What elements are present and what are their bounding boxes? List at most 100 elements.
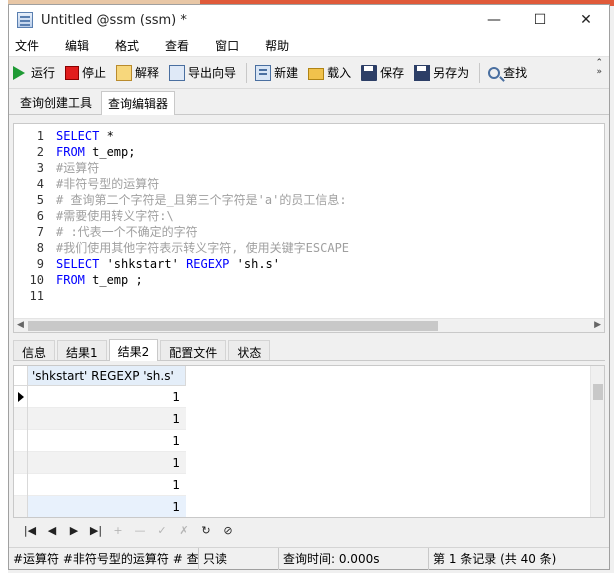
code-text[interactable]: FROM t_emp ; <box>56 272 143 288</box>
code-line[interactable]: 1 SELECT * <box>14 128 604 144</box>
export-wizard-button[interactable]: 导出向导 <box>169 64 236 81</box>
code-line[interactable]: 8 #我们使用其他字符表示转义字符, 使用关键字ESCAPE <box>14 240 604 256</box>
delete-record-icon[interactable]: — <box>129 524 151 537</box>
code-line[interactable]: 7 # :代表一个不确定的字符 <box>14 224 604 240</box>
toolbar-overflow-icon[interactable]: ⌃» <box>595 59 603 77</box>
table-row[interactable]: 1 <box>14 474 186 496</box>
code-token: t_emp; <box>84 145 136 159</box>
code-token: FROM <box>56 273 85 287</box>
menu-edit[interactable]: 编辑 <box>59 37 103 54</box>
menu-view[interactable]: 查看 <box>159 37 203 54</box>
grid-scroll-thumb[interactable] <box>593 384 603 400</box>
sql-editor[interactable]: 1 SELECT * 2 FROM t_emp; 3 #运算符 4 #非符号型的运算符 5 # 查… <box>13 123 605 333</box>
run-button[interactable]: 运行 <box>13 64 55 81</box>
menu-format[interactable]: 格式 <box>109 37 153 54</box>
next-record-icon[interactable]: ▶ <box>63 524 85 537</box>
line-number: 2 <box>36 145 44 159</box>
last-record-icon[interactable]: ▶| <box>85 524 107 537</box>
table-row[interactable]: 1 <box>14 408 186 430</box>
find-label: 查找 <box>503 66 528 80</box>
save-button[interactable]: 保存 <box>361 64 404 81</box>
tab-result1[interactable]: 结果1 <box>57 340 107 360</box>
scroll-thumb[interactable] <box>28 321 438 331</box>
code-text[interactable]: FROM t_emp; <box>56 144 135 160</box>
table-cell[interactable]: 1 <box>28 430 186 452</box>
code-text[interactable]: #需要使用转义字符:\ <box>56 208 174 224</box>
apply-changes-icon[interactable]: ✓ <box>151 524 173 537</box>
discard-changes-icon[interactable]: ✗ <box>173 524 195 537</box>
tab-status[interactable]: 状态 <box>228 340 271 360</box>
row-indicator[interactable] <box>14 474 28 496</box>
grid-vertical-scrollbar[interactable] <box>590 366 604 517</box>
code-token: SELECT <box>56 257 100 271</box>
code-line[interactable]: 11 <box>14 288 604 304</box>
code-text[interactable]: #我们使用其他字符表示转义字符, 使用关键字ESCAPE <box>56 240 349 256</box>
code-text[interactable]: # :代表一个不确定的字符 <box>56 224 198 240</box>
table-row[interactable]: 1 <box>14 386 186 408</box>
editor-horizontal-scrollbar[interactable]: ◀ ▶ <box>14 318 604 332</box>
stop-button[interactable]: 停止 <box>65 64 106 81</box>
tab-info[interactable]: 信息 <box>13 340 56 360</box>
tab-profile[interactable]: 配置文件 <box>160 340 227 360</box>
window-title: Untitled @ssm (ssm) * <box>41 12 187 28</box>
table-row[interactable]: 1 <box>14 452 186 474</box>
code-token: SELECT <box>56 129 100 143</box>
previous-record-icon[interactable]: ◀ <box>41 524 63 537</box>
scroll-left-icon[interactable]: ◀ <box>17 320 24 330</box>
menu-window[interactable]: 窗口 <box>209 37 253 54</box>
tab-query-editor[interactable]: 查询编辑器 <box>101 91 176 115</box>
code-line[interactable]: 4 #非符号型的运算符 <box>14 176 604 192</box>
close-button[interactable]: ✕ <box>563 5 609 35</box>
maximize-button[interactable]: ☐ <box>517 5 563 35</box>
code-text[interactable]: SELECT * <box>56 128 114 144</box>
line-number: 1 <box>36 129 44 143</box>
row-indicator[interactable] <box>14 430 28 452</box>
load-button[interactable]: 载入 <box>308 64 351 81</box>
code-line[interactable]: 9 SELECT 'shkstart' REGEXP 'sh.s' <box>14 256 604 272</box>
tab-query-builder[interactable]: 查询创建工具 <box>13 90 99 114</box>
new-query-button[interactable]: 新建 <box>255 64 298 81</box>
current-row-indicator-icon[interactable] <box>14 386 28 408</box>
menu-help[interactable]: 帮助 <box>259 37 303 54</box>
code-line[interactable]: 6 #需要使用转义字符:\ <box>14 208 604 224</box>
table-cell[interactable]: 1 <box>28 386 186 408</box>
table-cell[interactable]: 1 <box>28 408 186 430</box>
table-cell[interactable]: 1 <box>28 474 186 496</box>
code-line[interactable]: 3 #运算符 <box>14 160 604 176</box>
result-grid[interactable]: 'shkstart' REGEXP 'sh.s' 111111 <box>13 365 605 518</box>
code-line[interactable]: 10 FROM t_emp ; <box>14 272 604 288</box>
code-text[interactable]: #非符号型的运算符 <box>56 176 159 192</box>
row-indicator[interactable] <box>14 452 28 474</box>
table-cell[interactable]: 1 <box>28 496 186 517</box>
line-number: 5 <box>36 193 44 207</box>
row-indicator[interactable] <box>14 408 28 430</box>
stop-query-icon[interactable]: ⊘ <box>217 524 239 537</box>
save-as-button[interactable]: 另存为 <box>414 64 469 81</box>
line-number: 8 <box>36 241 44 255</box>
code-text[interactable]: SELECT 'shkstart' REGEXP 'sh.s' <box>56 256 280 272</box>
column-header[interactable]: 'shkstart' REGEXP 'sh.s' <box>28 366 186 386</box>
play-icon <box>13 65 25 80</box>
scroll-right-icon[interactable]: ▶ <box>594 320 601 330</box>
tab-result2[interactable]: 结果2 <box>108 339 159 361</box>
code-text[interactable]: #运算符 <box>56 160 99 176</box>
code-line[interactable]: 2 FROM t_emp; <box>14 144 604 160</box>
grid-corner <box>14 366 28 386</box>
line-number: 9 <box>36 257 44 271</box>
first-record-icon[interactable]: |◀ <box>19 524 41 537</box>
stop-label: 停止 <box>82 66 107 80</box>
refresh-icon[interactable]: ↻ <box>195 524 217 537</box>
code-text[interactable]: # 查询第二个字符是_且第三个字符是'a'的员工信息: <box>56 192 347 208</box>
code-token: # :代表一个不确定的字符 <box>56 225 198 239</box>
code-line[interactable]: 5 # 查询第二个字符是_且第三个字符是'a'的员工信息: <box>14 192 604 208</box>
menu-file[interactable]: 文件 <box>9 37 53 54</box>
minimize-button[interactable]: — <box>471 5 517 35</box>
row-indicator[interactable] <box>14 496 28 517</box>
explain-button[interactable]: 解释 <box>116 64 159 81</box>
table-cell[interactable]: 1 <box>28 452 186 474</box>
find-button[interactable]: 查找 <box>488 64 527 81</box>
add-record-icon[interactable]: + <box>107 524 129 537</box>
table-row[interactable]: 1 <box>14 496 186 517</box>
code-token: * <box>99 129 114 143</box>
table-row[interactable]: 1 <box>14 430 186 452</box>
